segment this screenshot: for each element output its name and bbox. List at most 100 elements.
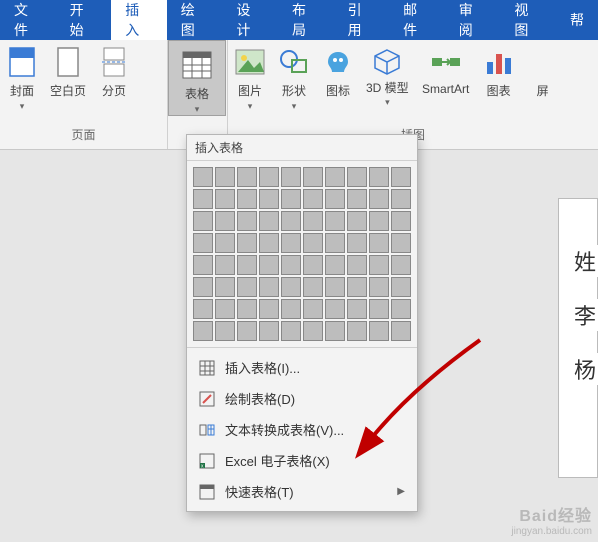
3d-models-button[interactable]: 3D 模型 ▾ <box>360 40 415 108</box>
grid-cell[interactable] <box>325 233 345 253</box>
grid-cell[interactable] <box>281 211 301 231</box>
grid-cell[interactable] <box>303 299 323 319</box>
tab-view[interactable]: 视图 <box>500 0 556 40</box>
tab-review[interactable]: 审阅 <box>445 0 501 40</box>
grid-cell[interactable] <box>193 277 213 297</box>
grid-cell[interactable] <box>369 167 389 187</box>
grid-cell[interactable] <box>303 233 323 253</box>
grid-cell[interactable] <box>259 167 279 187</box>
grid-cell[interactable] <box>325 277 345 297</box>
grid-cell[interactable] <box>193 255 213 275</box>
grid-cell[interactable] <box>215 211 235 231</box>
blank-page-button[interactable]: 空白页 <box>44 40 92 99</box>
grid-cell[interactable] <box>193 211 213 231</box>
grid-cell[interactable] <box>281 321 301 341</box>
tab-insert[interactable]: 插入 <box>111 0 167 40</box>
grid-cell[interactable] <box>303 321 323 341</box>
grid-cell[interactable] <box>215 277 235 297</box>
grid-cell[interactable] <box>391 211 411 231</box>
grid-cell[interactable] <box>193 233 213 253</box>
grid-cell[interactable] <box>391 189 411 209</box>
grid-cell[interactable] <box>303 211 323 231</box>
grid-cell[interactable] <box>215 167 235 187</box>
tab-home[interactable]: 开始 <box>56 0 112 40</box>
cover-page-button[interactable]: 封面 ▾ <box>0 40 44 112</box>
tab-file[interactable]: 文件 <box>0 0 56 40</box>
grid-cell[interactable] <box>215 189 235 209</box>
grid-cell[interactable] <box>193 299 213 319</box>
grid-cell[interactable] <box>369 321 389 341</box>
menu-convert-text[interactable]: 文本转换成表格(V)... <box>187 414 417 445</box>
tab-references[interactable]: 引用 <box>334 0 390 40</box>
grid-cell[interactable] <box>281 233 301 253</box>
grid-cell[interactable] <box>215 321 235 341</box>
page-break-button[interactable]: 分页 <box>92 40 136 99</box>
table-button[interactable]: 表格 ▾ <box>168 40 226 116</box>
icons-button[interactable]: 图标 <box>316 40 360 99</box>
tab-help[interactable]: 帮 <box>556 0 598 40</box>
grid-cell[interactable] <box>237 321 257 341</box>
grid-cell[interactable] <box>347 255 367 275</box>
grid-cell[interactable] <box>237 255 257 275</box>
tab-layout[interactable]: 布局 <box>278 0 334 40</box>
grid-cell[interactable] <box>237 233 257 253</box>
grid-cell[interactable] <box>237 189 257 209</box>
grid-cell[interactable] <box>325 211 345 231</box>
menu-draw-table[interactable]: 绘制表格(D) <box>187 383 417 414</box>
grid-cell[interactable] <box>259 299 279 319</box>
grid-cell[interactable] <box>237 167 257 187</box>
doc-line[interactable]: 李 <box>572 299 598 331</box>
grid-cell[interactable] <box>391 233 411 253</box>
grid-cell[interactable] <box>303 255 323 275</box>
tab-mailings[interactable]: 邮件 <box>389 0 445 40</box>
menu-insert-table[interactable]: 插入表格(I)... <box>187 352 417 383</box>
grid-cell[interactable] <box>347 167 367 187</box>
shapes-button[interactable]: 形状 ▾ <box>272 40 316 112</box>
grid-cell[interactable] <box>391 321 411 341</box>
grid-cell[interactable] <box>259 233 279 253</box>
grid-cell[interactable] <box>193 167 213 187</box>
grid-cell[interactable] <box>281 167 301 187</box>
grid-cell[interactable] <box>347 321 367 341</box>
grid-cell[interactable] <box>303 277 323 297</box>
grid-cell[interactable] <box>237 211 257 231</box>
grid-cell[interactable] <box>347 299 367 319</box>
grid-cell[interactable] <box>259 211 279 231</box>
grid-cell[interactable] <box>391 277 411 297</box>
pictures-button[interactable]: 图片 ▾ <box>228 40 272 112</box>
menu-excel-spreadsheet[interactable]: x Excel 电子表格(X) <box>187 445 417 476</box>
grid-cell[interactable] <box>325 167 345 187</box>
grid-cell[interactable] <box>281 277 301 297</box>
grid-cell[interactable] <box>325 321 345 341</box>
grid-cell[interactable] <box>325 189 345 209</box>
grid-cell[interactable] <box>259 255 279 275</box>
grid-cell[interactable] <box>303 189 323 209</box>
grid-cell[interactable] <box>259 321 279 341</box>
grid-cell[interactable] <box>347 211 367 231</box>
grid-cell[interactable] <box>325 299 345 319</box>
grid-cell[interactable] <box>369 233 389 253</box>
grid-cell[interactable] <box>369 255 389 275</box>
grid-cell[interactable] <box>347 189 367 209</box>
grid-cell[interactable] <box>347 277 367 297</box>
grid-cell[interactable] <box>391 299 411 319</box>
grid-cell[interactable] <box>369 299 389 319</box>
tab-design[interactable]: 设计 <box>222 0 278 40</box>
grid-cell[interactable] <box>391 255 411 275</box>
grid-cell[interactable] <box>237 299 257 319</box>
grid-cell[interactable] <box>369 277 389 297</box>
smartart-button[interactable]: SmartArt <box>415 40 477 96</box>
menu-quick-tables[interactable]: 快速表格(T) ▶ <box>187 476 417 507</box>
grid-cell[interactable] <box>237 277 257 297</box>
grid-cell[interactable] <box>369 211 389 231</box>
grid-cell[interactable] <box>259 277 279 297</box>
grid-cell[interactable] <box>193 321 213 341</box>
grid-cell[interactable] <box>325 255 345 275</box>
grid-cell[interactable] <box>391 167 411 187</box>
grid-cell[interactable] <box>281 299 301 319</box>
grid-cell[interactable] <box>215 255 235 275</box>
grid-cell[interactable] <box>347 233 367 253</box>
doc-line[interactable]: 姓 <box>572 245 598 277</box>
grid-cell[interactable] <box>215 299 235 319</box>
grid-cell[interactable] <box>281 189 301 209</box>
